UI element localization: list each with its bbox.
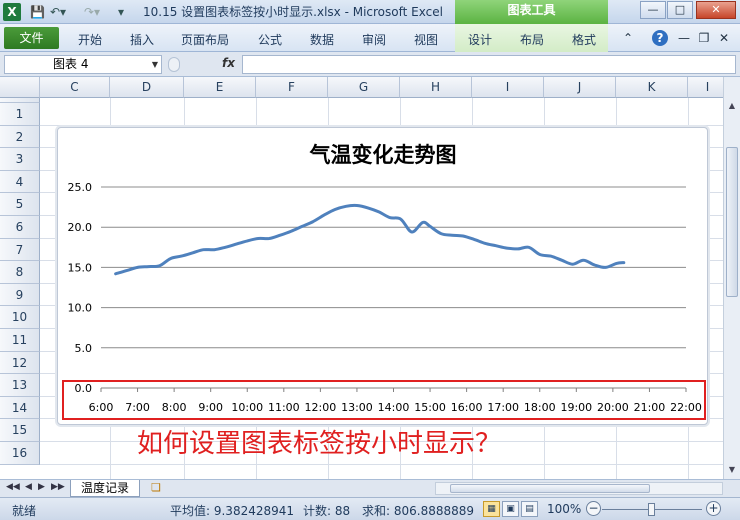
row-header[interactable]: 11 bbox=[0, 329, 40, 352]
row-header[interactable]: 16 bbox=[0, 442, 40, 465]
chart-tools-label: 图表工具 bbox=[455, 0, 608, 24]
formula-bar-splitter[interactable] bbox=[168, 57, 180, 72]
column-header[interactable]: H bbox=[400, 77, 472, 98]
y-tick-label: 5.0 bbox=[75, 342, 93, 355]
scroll-up-icon[interactable]: ▲ bbox=[726, 99, 738, 113]
column-header[interactable]: F bbox=[256, 77, 328, 98]
vertical-scroll-thumb[interactable] bbox=[726, 147, 738, 297]
insert-function-icon[interactable]: fx bbox=[222, 56, 235, 70]
ribbon: 文件 开始 插入 页面布局 公式 数据 审阅 视图 设计 布局 格式 ⌃ ? —… bbox=[0, 24, 740, 52]
tab-view[interactable]: 视图 bbox=[414, 31, 438, 48]
row-header[interactable]: 14 bbox=[0, 396, 40, 420]
first-sheet-icon[interactable]: ◀◀ bbox=[6, 482, 20, 492]
page-break-view-icon[interactable]: ▤ bbox=[521, 501, 538, 517]
status-bar: 就绪 平均值: 9.382428941 计数: 88 求和: 806.88888… bbox=[0, 497, 740, 520]
window-title: 10.15 设置图表标签按小时显示.xlsx - Microsoft Excel bbox=[143, 5, 443, 19]
status-ready: 就绪 bbox=[12, 504, 37, 518]
row-header[interactable]: 12 bbox=[0, 351, 40, 375]
row-header[interactable]: 3 bbox=[0, 148, 40, 171]
name-box-value: 图表 4 bbox=[53, 57, 89, 71]
column-header[interactable]: C bbox=[40, 77, 110, 98]
tab-layout[interactable]: 布局 bbox=[520, 31, 544, 48]
chart-title[interactable]: 气温变化走势图 bbox=[309, 142, 457, 167]
tab-data[interactable]: 数据 bbox=[310, 31, 334, 48]
title-bar: X 💾 ↶▾ ↷▾ ▾ 10.15 设置图表标签按小时显示.xlsx - Mic… bbox=[0, 0, 740, 24]
column-header[interactable]: K bbox=[616, 77, 688, 98]
row-header[interactable]: 5 bbox=[0, 193, 40, 216]
column-header[interactable]: E bbox=[184, 77, 256, 98]
tab-home[interactable]: 开始 bbox=[78, 31, 102, 48]
name-box[interactable]: 图表 4 ▼ bbox=[4, 55, 162, 74]
tab-format[interactable]: 格式 bbox=[572, 31, 596, 48]
y-tick-label: 20.0 bbox=[68, 221, 93, 234]
highlight-box bbox=[62, 380, 706, 420]
tab-design[interactable]: 设计 bbox=[468, 31, 492, 48]
row-header[interactable]: 13 bbox=[0, 374, 40, 397]
status-sum: 求和: 806.8888889 bbox=[362, 504, 475, 518]
maximize-button[interactable]: □ bbox=[667, 1, 693, 19]
save-icon[interactable]: 💾 bbox=[30, 4, 45, 20]
normal-view-icon[interactable]: ▦ bbox=[483, 501, 500, 517]
status-average: 平均值: 9.382428941 bbox=[170, 504, 295, 518]
formula-bar: 图表 4 ▼ fx bbox=[0, 52, 740, 77]
last-sheet-icon[interactable]: ▶▶ bbox=[51, 482, 65, 492]
select-all-corner[interactable] bbox=[0, 77, 40, 98]
tab-insert[interactable]: 插入 bbox=[130, 31, 154, 48]
sheet-tab-bar: ◀◀ ◀ ▶ ▶▶ 温度记录 ❏ bbox=[0, 479, 740, 497]
zoom-in-icon[interactable]: + bbox=[706, 501, 721, 516]
gridline bbox=[40, 463, 724, 465]
insert-sheet-icon[interactable]: ❏ bbox=[146, 481, 166, 496]
question-caption: 如何设置图表标签按小时显示？ bbox=[137, 429, 502, 459]
scroll-down-icon[interactable]: ▼ bbox=[726, 463, 738, 477]
tab-formulas[interactable]: 公式 bbox=[258, 31, 282, 48]
row-header[interactable]: 10 bbox=[0, 306, 40, 329]
row-header-spacer bbox=[0, 98, 40, 103]
zoom-slider-thumb[interactable] bbox=[648, 503, 655, 516]
minimize-workbook-icon[interactable]: — bbox=[676, 30, 692, 46]
next-sheet-icon[interactable]: ▶ bbox=[38, 482, 45, 492]
undo-icon[interactable]: ↶▾ bbox=[50, 4, 66, 20]
row-header[interactable]: 9 bbox=[0, 283, 40, 307]
column-header[interactable]: G bbox=[328, 77, 400, 98]
column-header[interactable]: I bbox=[688, 77, 728, 98]
minimize-button[interactable]: — bbox=[640, 1, 666, 19]
horizontal-scroll-thumb[interactable] bbox=[450, 484, 650, 493]
zoom-out-icon[interactable]: − bbox=[586, 501, 601, 516]
chevron-down-icon[interactable]: ▼ bbox=[152, 56, 158, 73]
prev-sheet-icon[interactable]: ◀ bbox=[25, 482, 32, 492]
ribbon-collapse-icon[interactable]: ⌃ bbox=[620, 30, 636, 46]
tab-review[interactable]: 审阅 bbox=[362, 31, 386, 48]
close-button[interactable]: ✕ bbox=[696, 1, 736, 19]
page-layout-view-icon[interactable]: ▣ bbox=[502, 501, 519, 517]
restore-workbook-icon[interactable]: ❐ bbox=[696, 30, 712, 46]
close-workbook-icon[interactable]: ✕ bbox=[716, 30, 732, 46]
y-tick-label: 10.0 bbox=[68, 302, 93, 315]
y-tick-label: 25.0 bbox=[68, 181, 93, 194]
tab-page-layout[interactable]: 页面布局 bbox=[181, 31, 229, 48]
column-header[interactable]: J bbox=[544, 77, 616, 98]
help-icon[interactable]: ? bbox=[652, 30, 668, 46]
status-count: 计数: 88 bbox=[303, 504, 351, 518]
row-header[interactable]: 2 bbox=[0, 125, 40, 149]
row-header[interactable]: 1 bbox=[0, 103, 40, 126]
row-header[interactable]: 8 bbox=[0, 261, 40, 284]
gridline bbox=[40, 124, 724, 126]
column-header[interactable]: I bbox=[472, 77, 544, 98]
tab-file[interactable]: 文件 bbox=[4, 27, 59, 49]
redo-icon[interactable]: ↷▾ bbox=[84, 4, 100, 20]
y-tick-label: 15.0 bbox=[68, 261, 93, 274]
row-header[interactable]: 4 bbox=[0, 170, 40, 194]
formula-input[interactable] bbox=[242, 55, 736, 74]
row-header[interactable]: 7 bbox=[0, 238, 40, 262]
series-line-temperature[interactable] bbox=[114, 203, 626, 276]
excel-app-icon[interactable]: X bbox=[3, 3, 21, 21]
row-header[interactable]: 15 bbox=[0, 419, 40, 442]
column-header[interactable]: D bbox=[110, 77, 184, 98]
zoom-level[interactable]: 100% bbox=[547, 502, 581, 516]
vertical-scrollbar[interactable]: ▲ ▼ bbox=[723, 77, 740, 479]
horizontal-scrollbar[interactable] bbox=[435, 482, 723, 495]
customize-icon[interactable]: ▾ bbox=[118, 4, 124, 20]
sheet-tab-temperature[interactable]: 温度记录 bbox=[70, 480, 140, 497]
row-header[interactable]: 6 bbox=[0, 216, 40, 239]
